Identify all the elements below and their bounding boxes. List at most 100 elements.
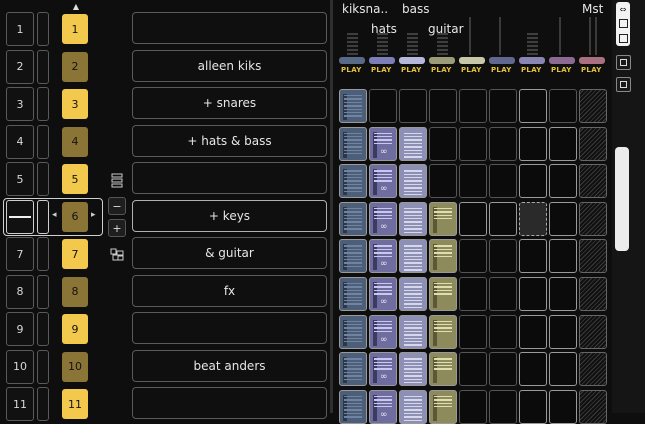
clip-slot-empty[interactable]: [489, 314, 517, 349]
clip-slot-master[interactable]: [579, 352, 607, 387]
clip-slot-master[interactable]: [579, 314, 607, 349]
track-color-strip[interactable]: [459, 57, 485, 64]
clip-slot-kick[interactable]: [339, 314, 367, 349]
clip-slot-kick[interactable]: [339, 126, 367, 161]
clip-slot-guitar[interactable]: [429, 314, 457, 349]
track-color-strip[interactable]: [429, 57, 455, 64]
track-fader[interactable]: [377, 33, 388, 55]
scene-color-slot[interactable]: [37, 49, 49, 84]
panel-divider[interactable]: [330, 0, 333, 413]
clip-slot-master[interactable]: [579, 201, 607, 236]
scene-color-slot[interactable]: [37, 12, 49, 46]
clip-slot-bass[interactable]: [399, 164, 427, 199]
clip-slot-hats[interactable]: ∞: [369, 239, 397, 274]
clip-slot-guitar[interactable]: [429, 239, 457, 274]
track-play-button[interactable]: PLAY: [401, 66, 425, 75]
scene-launch-button[interactable]: 3: [62, 89, 88, 119]
clip-slot-empty[interactable]: [489, 277, 517, 311]
add-scene-button[interactable]: +: [108, 219, 126, 237]
clip-slot-empty[interactable]: [429, 164, 457, 199]
scene-color-slot[interactable]: [37, 387, 49, 421]
clip-slot-kick[interactable]: [339, 164, 367, 199]
clip-slot-empty[interactable]: [519, 126, 547, 161]
scene-number[interactable]: 3: [6, 87, 34, 121]
clip-slot-master[interactable]: [579, 277, 607, 311]
clip-slot-empty[interactable]: [549, 239, 577, 274]
track-play-button[interactable]: PLAY: [431, 66, 455, 75]
scene-number[interactable]: 5: [6, 162, 34, 196]
clip-slot-empty[interactable]: [549, 389, 577, 424]
track-play-button[interactable]: PLAY: [491, 66, 515, 75]
clip-slot-hats[interactable]: ∞: [369, 164, 397, 199]
track-play-button[interactable]: PLAY: [371, 66, 395, 75]
clip-slot-guitar[interactable]: [429, 352, 457, 387]
clip-slot-kick[interactable]: [339, 201, 367, 236]
clip-slot-kick[interactable]: [339, 89, 367, 123]
clip-slot-bass[interactable]: [399, 314, 427, 349]
track-fader[interactable]: [527, 33, 538, 55]
view-toggle-button[interactable]: ⇔: [616, 2, 630, 46]
scene-color-slot[interactable]: [37, 274, 49, 309]
clip-slot-empty[interactable]: [489, 126, 517, 161]
panel-button-2[interactable]: [616, 77, 631, 92]
scene-name-field[interactable]: + keys: [132, 199, 327, 232]
clip-slot-empty[interactable]: [549, 126, 577, 161]
scene-launch-button[interactable]: 1: [62, 14, 88, 44]
clip-slot-kick[interactable]: [339, 352, 367, 387]
track-play-button[interactable]: PLAY: [521, 66, 545, 75]
track-fader[interactable]: [437, 33, 448, 55]
scene-launch-button[interactable]: 11: [62, 389, 88, 419]
clip-slot-empty[interactable]: [459, 89, 487, 123]
track-play-button[interactable]: PLAY: [551, 66, 575, 75]
clip-slot-kick[interactable]: [339, 389, 367, 424]
clip-slot-guitar[interactable]: [429, 277, 457, 311]
clip-slot-empty[interactable]: [489, 239, 517, 274]
scene-number[interactable]: 8: [6, 274, 34, 309]
scene-launch-button[interactable]: 7: [62, 239, 88, 269]
clip-slot-empty[interactable]: [519, 352, 547, 387]
clip-slot-kick[interactable]: [339, 277, 367, 311]
remove-scene-button[interactable]: −: [108, 197, 126, 215]
scene-name-field[interactable]: & guitar: [132, 237, 327, 269]
scene-number[interactable]: 1: [6, 12, 34, 46]
clip-slot-empty[interactable]: [459, 314, 487, 349]
clip-slot-empty[interactable]: [549, 201, 577, 236]
clip-slot-empty[interactable]: [459, 239, 487, 274]
clip-slot-master[interactable]: [579, 89, 607, 123]
clip-slot-empty[interactable]: [489, 164, 517, 199]
clip-slot-empty[interactable]: [519, 239, 547, 274]
scene-name-field[interactable]: [132, 387, 327, 419]
clip-slot-empty[interactable]: [549, 89, 577, 123]
track-label-kiksna[interactable]: kiksna..: [342, 2, 388, 16]
scene-launch-button[interactable]: 8: [62, 276, 88, 307]
scene-color-slot[interactable]: [37, 162, 49, 196]
clip-slot-bass[interactable]: [399, 126, 427, 161]
clip-slot-kick[interactable]: [339, 239, 367, 274]
scene-launch-button[interactable]: 9: [62, 314, 88, 344]
scene-color-slot[interactable]: [37, 124, 49, 159]
scene-name-field[interactable]: beat anders: [132, 349, 327, 382]
clip-slot-empty[interactable]: [489, 352, 517, 387]
scene-scroll-up-icon[interactable]: ▲: [70, 2, 82, 11]
clip-slot-empty[interactable]: [489, 389, 517, 424]
scene-grid-icon[interactable]: [110, 246, 124, 261]
track-color-strip[interactable]: [339, 57, 365, 64]
scene-name-field[interactable]: + snares: [132, 87, 327, 119]
clip-slot-empty[interactable]: [429, 89, 457, 123]
scene-color-slot[interactable]: [37, 237, 49, 271]
track-fader[interactable]: [347, 33, 358, 55]
scene-number[interactable]: 11: [6, 387, 34, 421]
vertical-scrollbar[interactable]: [615, 147, 629, 251]
clip-slot-guitar[interactable]: [429, 389, 457, 424]
clip-slot-hats[interactable]: ∞: [369, 352, 397, 387]
clip-slot-bass[interactable]: [399, 389, 427, 424]
clip-slot-bass[interactable]: [399, 352, 427, 387]
clip-slot-hats[interactable]: ∞: [369, 314, 397, 349]
track-color-strip[interactable]: [399, 57, 425, 64]
scene-launch-button[interactable]: 5: [62, 164, 88, 194]
panel-button-1[interactable]: [616, 55, 631, 70]
clip-slot-hats[interactable]: ∞: [369, 201, 397, 236]
track-fader[interactable]: [499, 17, 501, 55]
track-color-strip[interactable]: [549, 57, 575, 64]
track-fader[interactable]: [589, 17, 591, 55]
